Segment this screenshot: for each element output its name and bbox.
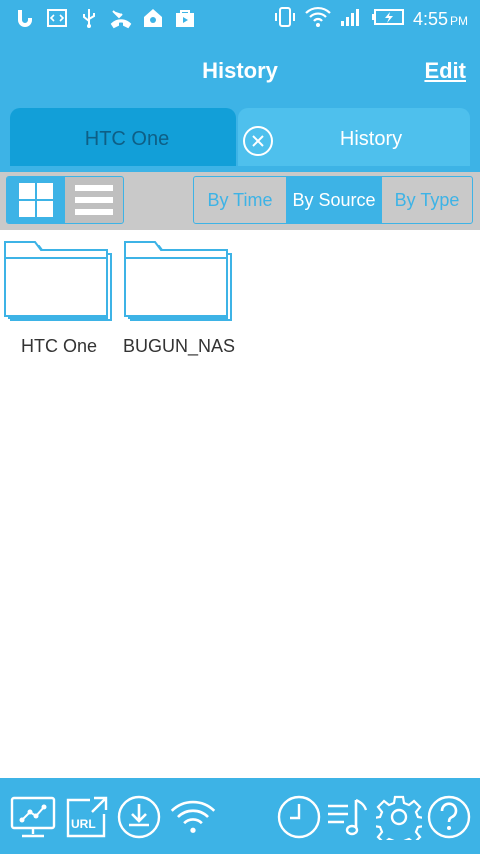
wifi-icon	[305, 6, 331, 33]
tab-strip: HTC One History	[0, 108, 480, 172]
sort-by-time-button[interactable]: By Time	[194, 177, 286, 223]
app-header: History Edit	[0, 36, 480, 108]
close-icon	[252, 135, 264, 147]
b-app-icon	[14, 7, 36, 29]
view-mode-toggle	[6, 176, 124, 224]
bottom-nav: URL	[0, 778, 480, 854]
battery-charging-icon	[371, 6, 405, 33]
wifi-button[interactable]	[170, 794, 216, 840]
folder-name: HTC One	[20, 336, 98, 356]
download-icon	[117, 795, 161, 839]
folder-grid: HTC One BUGUN_NAS	[0, 230, 480, 778]
folder-icon	[4, 241, 112, 321]
playlist-icon	[328, 798, 368, 836]
tab-label: History	[339, 128, 403, 150]
history-button[interactable]	[276, 794, 322, 840]
download-button[interactable]	[116, 794, 162, 840]
view-toolbar: By Time By Source By Type	[0, 172, 480, 230]
home-lock-icon	[142, 7, 164, 29]
vibrate-icon	[273, 6, 297, 33]
list-view-button[interactable]	[65, 177, 123, 223]
store-icon	[174, 7, 196, 29]
url-button[interactable]: URL	[64, 794, 110, 840]
signal-icon	[339, 6, 363, 33]
code-icon	[46, 7, 68, 29]
svg-text:URL: URL	[71, 817, 96, 831]
help-button[interactable]	[426, 794, 472, 840]
folder-name: BUGUN_NAS	[122, 336, 236, 356]
playlist-button[interactable]	[326, 794, 372, 840]
grid-view-button[interactable]	[7, 177, 65, 223]
tab-htc-one[interactable]: HTC One	[10, 108, 236, 166]
wifi-icon	[170, 800, 216, 833]
network-devices-icon	[10, 796, 56, 838]
sort-by-type-button[interactable]: By Type	[382, 177, 472, 223]
folder-icon	[124, 241, 232, 321]
tab-label: HTC One	[84, 128, 170, 150]
folder-item[interactable]: BUGUN_NAS	[120, 238, 238, 357]
folder-item[interactable]: HTC One	[0, 238, 118, 357]
settings-button[interactable]	[376, 794, 422, 840]
sort-segmented-control: By Time By Source By Type	[193, 176, 473, 224]
page-title: History	[202, 58, 278, 83]
list-icon	[75, 185, 113, 215]
url-icon: URL	[66, 796, 108, 838]
close-tab-button[interactable]	[243, 126, 273, 156]
status-bar: 4:55 PM	[0, 0, 480, 36]
history-clock-icon	[277, 795, 321, 839]
grid-icon	[19, 183, 53, 217]
help-icon	[427, 795, 471, 839]
clock: 4:55 PM	[412, 9, 468, 29]
edit-button[interactable]: Edit	[424, 58, 466, 84]
usb-icon	[78, 7, 100, 29]
tab-history[interactable]: History	[238, 108, 470, 166]
network-devices-button[interactable]	[10, 794, 56, 840]
sort-by-source-button[interactable]: By Source	[286, 177, 382, 223]
settings-gear-icon	[376, 795, 422, 840]
missed-call-icon	[110, 7, 132, 29]
